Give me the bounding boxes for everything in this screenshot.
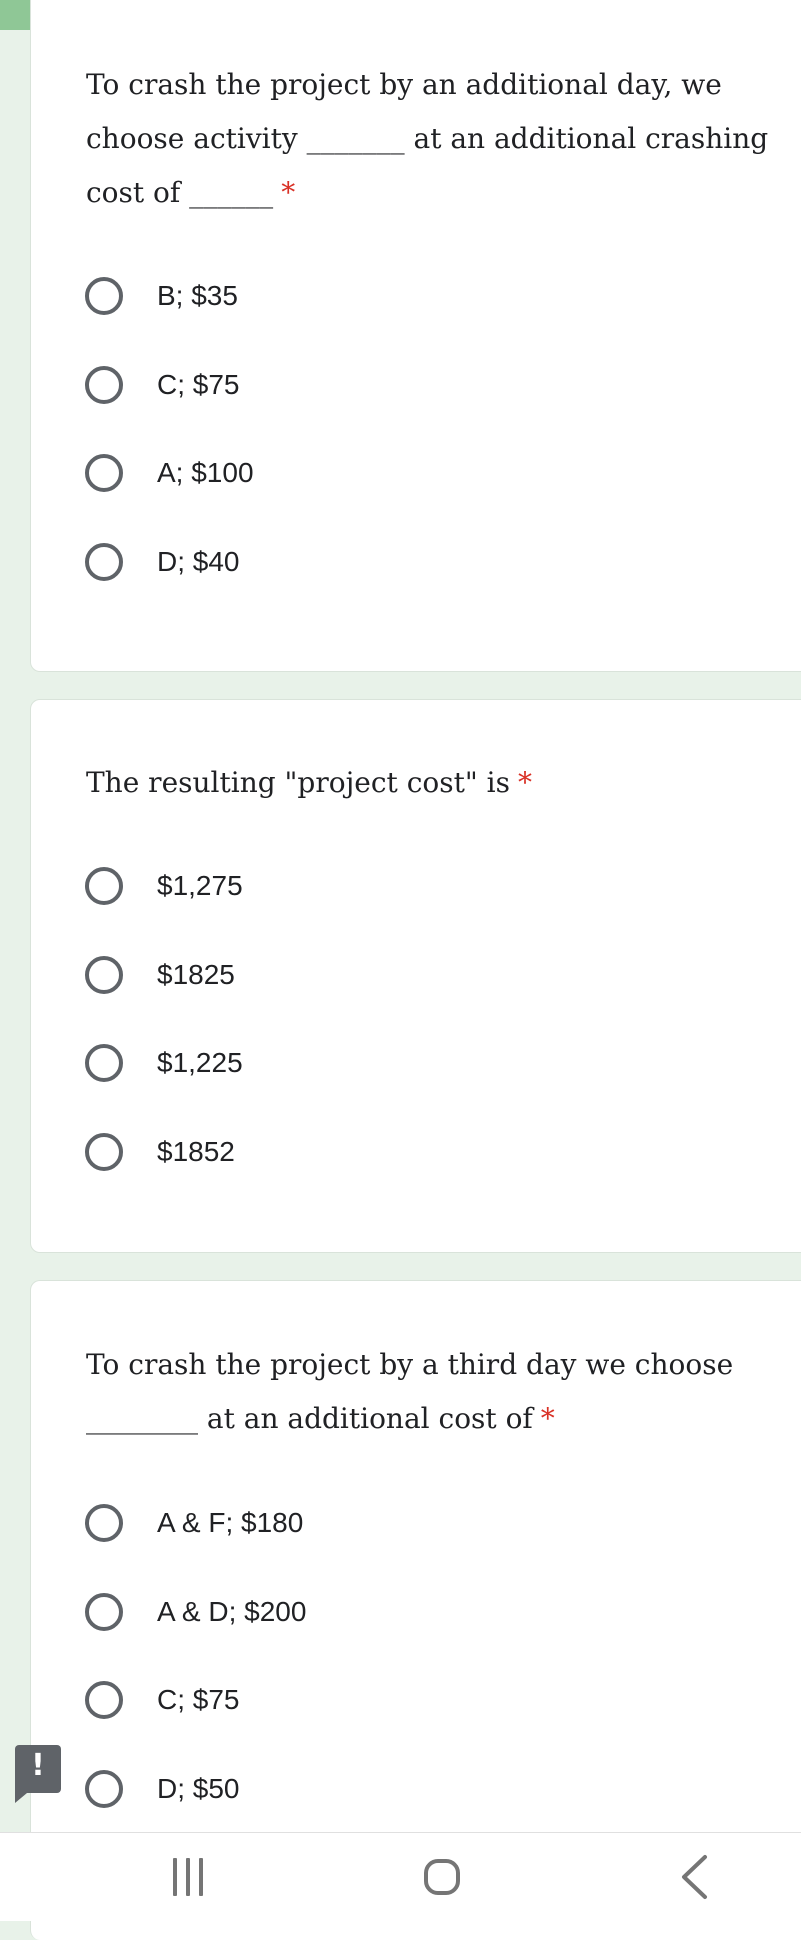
option-label: A; $100 xyxy=(157,457,254,488)
option-c-75[interactable]: C; $75 xyxy=(85,1675,240,1725)
option-label: C; $75 xyxy=(157,1684,240,1715)
radio-button[interactable] xyxy=(85,867,123,905)
option-label: A & D; $200 xyxy=(157,1596,307,1627)
radio-button[interactable] xyxy=(85,543,123,581)
option-label: $1,225 xyxy=(157,1047,243,1078)
recents-button[interactable] xyxy=(140,1833,236,1921)
option-1225[interactable]: $1,225 xyxy=(85,1038,243,1088)
android-nav-bar xyxy=(0,1832,801,1921)
option-label: $1,275 xyxy=(157,870,243,901)
report-problem-button[interactable]: ! xyxy=(15,1745,61,1803)
option-label: B; $35 xyxy=(157,280,238,311)
required-mark: * xyxy=(517,766,532,799)
option-a-100[interactable]: A; $100 xyxy=(85,448,254,498)
radio-button[interactable] xyxy=(85,454,123,492)
option-1825[interactable]: $1825 xyxy=(85,950,235,1000)
back-icon xyxy=(682,1855,707,1899)
radio-button[interactable] xyxy=(85,1133,123,1171)
radio-button[interactable] xyxy=(85,1593,123,1631)
radio-button[interactable] xyxy=(85,277,123,315)
radio-button[interactable] xyxy=(85,1681,123,1719)
option-label: A & F; $180 xyxy=(157,1507,304,1538)
option-1852[interactable]: $1852 xyxy=(85,1127,235,1177)
home-button[interactable] xyxy=(394,1833,490,1921)
radio-button[interactable] xyxy=(85,1770,123,1808)
option-a-f-180[interactable]: A & F; $180 xyxy=(85,1498,303,1548)
option-label: D; $40 xyxy=(157,546,240,577)
question-card-2: The resulting "project cost" is * $1,275 … xyxy=(30,699,801,1253)
option-b-35[interactable]: B; $35 xyxy=(85,271,238,321)
radio-button[interactable] xyxy=(85,1504,123,1542)
question-text: The resulting "project cost" is * xyxy=(86,766,532,799)
question-card-1: To crash the project by an additional da… xyxy=(30,0,801,672)
option-label: $1825 xyxy=(157,959,235,990)
question-text: To crash the project by an additional da… xyxy=(86,68,769,209)
back-button[interactable] xyxy=(646,1833,742,1921)
required-mark: * xyxy=(540,1402,555,1435)
radio-button[interactable] xyxy=(85,366,123,404)
option-label: D; $50 xyxy=(157,1773,240,1804)
question-text: To crash the project by a third day we c… xyxy=(86,1348,734,1435)
option-a-d-200[interactable]: A & D; $200 xyxy=(85,1587,306,1637)
required-mark: * xyxy=(281,176,296,209)
option-d-50[interactable]: D; $50 xyxy=(85,1764,240,1814)
option-d-40[interactable]: D; $40 xyxy=(85,537,240,587)
radio-button[interactable] xyxy=(85,1044,123,1082)
recents-icon xyxy=(173,1858,203,1896)
option-1275[interactable]: $1,275 xyxy=(85,861,243,911)
option-label: C; $75 xyxy=(157,369,240,400)
radio-button[interactable] xyxy=(85,956,123,994)
option-c-75[interactable]: C; $75 xyxy=(85,360,240,410)
option-label: $1852 xyxy=(157,1136,235,1167)
home-icon xyxy=(424,1859,460,1895)
